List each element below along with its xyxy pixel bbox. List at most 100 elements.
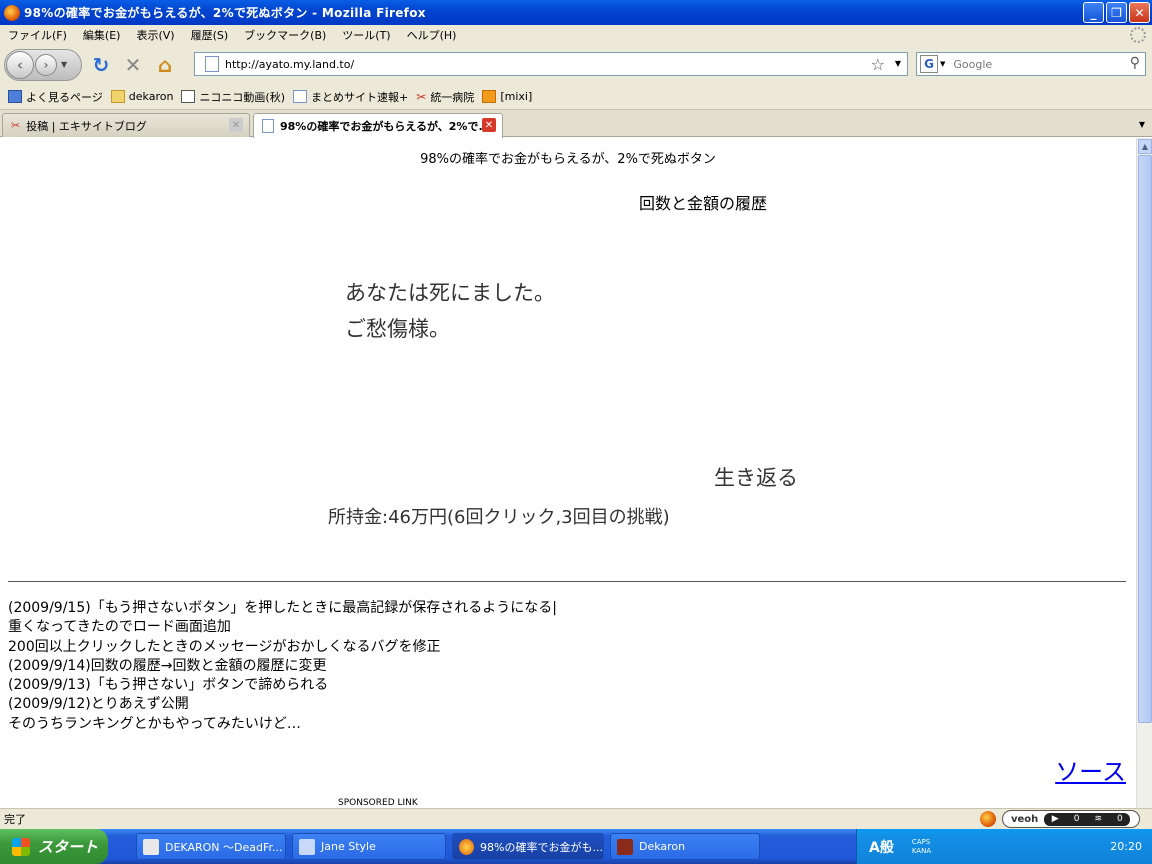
divider (8, 581, 1126, 582)
home-button[interactable]: ⌂ (152, 52, 178, 78)
changelog-line: (2009/9/12)とりあえず公開 (8, 696, 189, 713)
menu-tools[interactable]: ツール(T) (334, 27, 398, 43)
restore-button[interactable]: ❐ (1106, 2, 1127, 23)
clock: 20:20 (1110, 840, 1142, 853)
excite-icon: ✂ (11, 119, 21, 132)
money-status: 所持金:46万円(6回クリック,3回目の挑戦) (328, 507, 670, 528)
changelog-line: (2009/9/15)「もう押さないボタン」を押したときに最高記録が保存されるよ… (8, 600, 558, 616)
bookmark-touitsu[interactable]: ✂ 統一病院 (416, 89, 474, 105)
scroll-thumb[interactable] (1138, 155, 1152, 723)
changelog-line: 200回以上クリックしたときのメッセージがおかしくなるバグを修正 (8, 638, 441, 655)
source-link[interactable]: ソース (1055, 752, 1126, 787)
page-icon (293, 90, 308, 103)
tv-icon (181, 90, 196, 103)
menu-bar: ファイル(F) 編集(E) 表示(V) 履歴(S) ブックマーク(B) ツール(… (0, 25, 1152, 45)
status-text: 完了 (4, 813, 26, 826)
bookmark-star-icon[interactable]: ☆ (871, 55, 885, 74)
bookmark-dekaron[interactable]: dekaron (110, 90, 173, 103)
window-titlebar: 98%の確率でお金がもらえるが、2%で死ぬボタン - Mozilla Firef… (0, 0, 1152, 25)
taskbar-item-firefox[interactable]: 98%の確率でお金がも... (452, 833, 604, 860)
search-bar[interactable]: G ▼ ⚲ (916, 52, 1146, 76)
changelog: (2009/9/15)「もう押さないボタン」を押したときに最高記録が保存されるよ… (8, 599, 557, 734)
page-content: 98%の確率でお金がもらえるが、2%で死ぬボタン 回数と金額の履歴 あなたは死に… (0, 138, 1136, 808)
home-icon: ⌂ (157, 52, 173, 77)
start-button[interactable]: スタート (0, 829, 108, 864)
forward-arrow-icon: › (43, 57, 49, 72)
smart-bookmark-icon (8, 90, 22, 103)
page-title: 98%の確率でお金がもらえるが、2%で死ぬボタン (420, 152, 716, 167)
changelog-line: (2009/9/13)「もう押さない」ボタンで諦められる (8, 677, 329, 694)
search-icon[interactable]: ⚲ (1130, 55, 1140, 71)
back-button[interactable]: ‹ (6, 50, 34, 79)
firefox-icon (459, 838, 475, 855)
taskbar-item-dekaron-dead[interactable]: DEKARON ～DeadFr... (136, 833, 286, 860)
back-forward-group: ‹ › ▼ (4, 48, 82, 81)
firefox-status-icon (980, 811, 996, 827)
condolence-message: ご愁傷様。 (345, 317, 450, 341)
bookmark-most-visited[interactable]: よく見るページ (8, 89, 103, 105)
menu-history[interactable]: 履歴(S) (183, 27, 237, 43)
caps-kana-indicator: CAPS KANA (911, 837, 932, 855)
changelog-line: そのうちランキングとかもやってみたいけど… (8, 715, 301, 732)
folder-icon (110, 90, 125, 103)
tab-bar: ✂ 投稿 | エキサイトブログ ✕ 98%の確率でお金がもらえるが、2%で...… (0, 110, 1152, 138)
veoh-widget[interactable]: veoh ▶ 0 ≋ 0 (1002, 810, 1140, 828)
tab-current-page[interactable]: 98%の確率でお金がもらえるが、2%で... ✕ (253, 113, 503, 138)
play-icon[interactable]: ▶ (1052, 814, 1059, 824)
scroll-up-icon[interactable]: ▲ (1138, 139, 1152, 154)
windows-taskbar: スタート DEKARON ～DeadFr... Jane Style 98%の確… (0, 829, 1152, 864)
tab-list-dropdown-icon[interactable]: ▼ (1132, 113, 1152, 135)
back-arrow-icon: ‹ (16, 55, 24, 74)
tab-close-icon[interactable]: ✕ (229, 118, 243, 132)
veoh-controls[interactable]: ▶ 0 ≋ 0 (1044, 812, 1131, 826)
tab-excite-blog[interactable]: ✂ 投稿 | エキサイトブログ ✕ (2, 113, 250, 137)
jane-style-icon (299, 838, 315, 855)
page-icon (205, 56, 219, 72)
url-input[interactable] (225, 57, 845, 71)
bookmark-mixi[interactable]: [mixi] (482, 90, 532, 103)
stop-button[interactable]: ✕ (120, 52, 146, 78)
menu-view[interactable]: 表示(V) (128, 27, 182, 43)
feed-icon: ≋ (1094, 814, 1103, 824)
menu-bookmarks[interactable]: ブックマーク(B) (236, 27, 334, 43)
vertical-scrollbar[interactable]: ▲ (1136, 138, 1152, 808)
menu-help[interactable]: ヘルプ(H) (399, 27, 465, 43)
explorer-icon (143, 838, 159, 855)
mixi-icon (482, 90, 497, 103)
search-engine-dropdown-icon[interactable]: ▼ (940, 60, 945, 68)
taskbar-item-dekaron[interactable]: Dekaron (610, 833, 760, 860)
revive-button[interactable]: 生き返る (714, 462, 798, 492)
veoh-logo: veoh (1011, 813, 1039, 825)
menu-file[interactable]: ファイル(F) (0, 27, 75, 43)
throbber-icon (1130, 27, 1146, 43)
close-window-button[interactable]: ✕ (1129, 2, 1150, 23)
firefox-icon (4, 4, 20, 21)
changelog-line: 重くなってきたのでロード画面追加 (8, 619, 231, 636)
dekaron-icon (617, 838, 633, 855)
bookmark-matome[interactable]: まとめサイト速報+ (293, 89, 408, 105)
bookmark-nicovideo[interactable]: ニコニコ動画(秋) (181, 89, 285, 105)
excite-icon: ✂ (416, 89, 427, 104)
sponsored-label: SPONSORED LINK (338, 798, 418, 808)
search-engine-icon[interactable]: G (920, 55, 938, 73)
bookmarks-toolbar: よく見るページ dekaron ニコニコ動画(秋) まとめサイト速報+ ✂ 統一病… (0, 84, 1152, 110)
history-link[interactable]: 回数と金額の履歴 (639, 190, 767, 214)
menu-edit[interactable]: 編集(E) (75, 27, 129, 43)
window-controls: _ ❐ ✕ (1083, 2, 1150, 23)
window-title: 98%の確率でお金がもらえるが、2%で死ぬボタン - Mozilla Firef… (24, 6, 426, 20)
minimize-button[interactable]: _ (1083, 2, 1104, 23)
tab-close-icon[interactable]: ✕ (482, 118, 496, 132)
url-bar[interactable]: ☆ ▼ (194, 52, 908, 76)
history-dropdown-icon[interactable]: ▼ (61, 60, 67, 69)
reload-button[interactable]: ↻ (88, 52, 114, 78)
ime-indicator[interactable]: A般 (869, 837, 894, 857)
death-message: あなたは死にました。 (345, 281, 555, 305)
status-bar: 完了 veoh ▶ 0 ≋ 0 (0, 808, 1152, 829)
search-input[interactable] (953, 57, 1124, 71)
windows-logo-icon (12, 837, 30, 856)
taskbar-item-jane-style[interactable]: Jane Style (292, 833, 446, 860)
stop-icon: ✕ (124, 52, 142, 77)
url-dropdown-icon[interactable]: ▼ (895, 59, 901, 68)
page-icon (262, 119, 274, 133)
forward-button[interactable]: › (35, 53, 57, 76)
